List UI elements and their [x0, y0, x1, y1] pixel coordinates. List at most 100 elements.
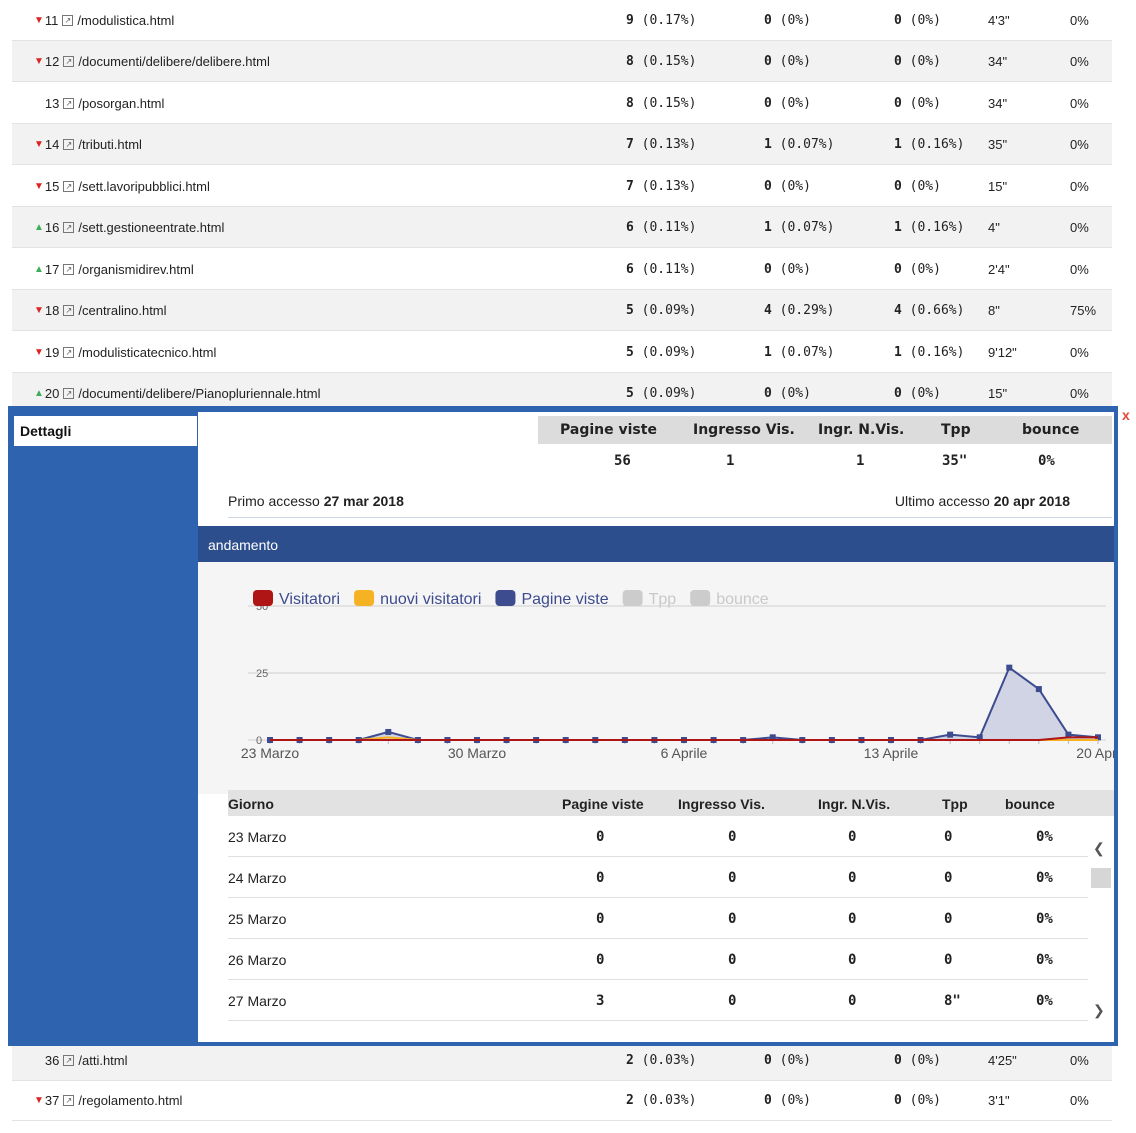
external-link-icon[interactable]: ↗	[63, 55, 75, 67]
table-row[interactable]: ▼ 12 ↗/documenti/delibere/delibere.html 8 (…	[12, 41, 1112, 82]
legend-label[interactable]: Visitatori	[279, 591, 340, 608]
scroll-up-icon[interactable]: ❮	[1093, 840, 1105, 857]
data-point[interactable]	[385, 728, 392, 735]
table-row[interactable]: ▼ 11 ↗/modulistica.html 9 (0.17%) 0 (0%) 0 (0…	[12, 0, 1112, 41]
legend-swatch[interactable]	[690, 590, 711, 606]
page-cell[interactable]: ▲ 20 ↗/documenti/delibere/Pianopluriennale…	[34, 386, 320, 401]
page-cell[interactable]: ▼ 14 ↗/tributi.html	[34, 137, 142, 152]
trend-down-icon: ▼	[34, 1055, 44, 1066]
legend-label[interactable]: nuovi visitatori	[380, 591, 481, 608]
external-link-icon[interactable]: ↗	[62, 14, 74, 26]
legend-label[interactable]: Tpp	[649, 591, 677, 608]
page-path[interactable]: /modulisticatecnico.html	[78, 345, 216, 360]
page-cell[interactable]: ▲ 16 ↗/sett.gestioneentrate.html	[34, 220, 224, 235]
tpp-cell: 4'3"	[988, 12, 1010, 28]
scroll-thumb[interactable]	[1091, 868, 1111, 888]
table-row[interactable]: 27 Marzo 3 0 0 8" 0%	[228, 980, 1088, 1021]
series-area-pagine-viste	[270, 667, 1098, 740]
external-link-icon[interactable]: ↗	[63, 180, 75, 192]
external-link-icon[interactable]: ↗	[63, 263, 75, 275]
trend-down-icon: ▼	[34, 1094, 44, 1106]
page-path[interactable]: /documenti/delibere/delibere.html	[78, 54, 270, 69]
page-views-cell: 2 (0.03%)	[626, 1092, 697, 1108]
page-cell[interactable]: ▲ 17 ↗/organismidirev.html	[34, 262, 194, 277]
external-link-icon[interactable]: ↗	[63, 221, 75, 233]
table-row[interactable]: ▼36↗/atti.html 2 (0.03%) 0 (0%) 0 (0%) 4'25"…	[12, 1040, 1112, 1081]
table-row[interactable]: ▼ 18 ↗/centralino.html 5 (0.09%) 4 (0.29%) 4 …	[12, 290, 1112, 331]
page-views-cell: 7 (0.13%)	[626, 178, 697, 194]
page-path[interactable]: /atti.html	[78, 1053, 127, 1068]
table-row[interactable]: ▼13↗/posorgan.html 8 (0.15%) 0 (0%) 0 (0%) 3…	[12, 83, 1112, 124]
legend-swatch[interactable]	[622, 590, 643, 606]
scroll-down-icon[interactable]: ❯	[1093, 1002, 1105, 1019]
data-point[interactable]	[947, 731, 954, 738]
page-path[interactable]: /modulistica.html	[77, 13, 174, 28]
page-path[interactable]: /sett.gestioneentrate.html	[78, 220, 224, 235]
table-row[interactable]: 23 Marzo 0 0 0 0 0%	[228, 816, 1088, 857]
page-cell[interactable]: ▼ 11 ↗/modulistica.html	[34, 13, 174, 28]
page-path[interactable]: /tributi.html	[78, 137, 142, 152]
x-tick-label: 20 Apri	[1076, 745, 1114, 761]
legend-label[interactable]: bounce	[716, 591, 769, 608]
page-path[interactable]: /organismidirev.html	[78, 262, 193, 277]
external-link-icon[interactable]: ↗	[63, 1054, 75, 1066]
table-row[interactable]: ▼ 14 ↗/tributi.html 7 (0.13%) 1 (0.07%) 1 (0.…	[12, 124, 1112, 165]
tpp-cell: 3'1"	[988, 1092, 1010, 1108]
page-cell[interactable]: ▼ 18 ↗/centralino.html	[34, 303, 167, 318]
table-row[interactable]: 24 Marzo 0 0 0 0 0%	[228, 857, 1088, 898]
table-row[interactable]: ▼ 15 ↗/sett.lavoripubblici.html 7 (0.13%) 0 …	[12, 166, 1112, 207]
external-link-icon[interactable]: ↗	[63, 1094, 75, 1106]
data-point[interactable]	[1006, 664, 1013, 671]
page-cell[interactable]: ▼36↗/atti.html	[34, 1053, 128, 1068]
page-path[interactable]: /sett.lavoripubblici.html	[78, 179, 210, 194]
table-row[interactable]: ▼ 19 ↗/modulisticatecnico.html 5 (0.09%) 1 (…	[12, 332, 1112, 373]
external-link-icon[interactable]: ↗	[63, 387, 75, 399]
entrance-visits-cell: 4 (0.29%)	[764, 302, 835, 318]
summary-value: 1	[726, 453, 735, 469]
page-path[interactable]: /regolamento.html	[78, 1093, 182, 1108]
last-access: Ultimo accesso 20 apr 2018	[895, 493, 1070, 509]
table-row[interactable]: ▲ 17 ↗/organismidirev.html 6 (0.11%) 0 (0%) 0…	[12, 249, 1112, 290]
tpp-cell: 9'12"	[988, 344, 1017, 360]
page-path[interactable]: /documenti/delibere/Pianopluriennale.htm…	[78, 386, 320, 401]
page-cell[interactable]: ▼13↗/posorgan.html	[34, 96, 164, 111]
tpp-cell: 15"	[988, 385, 1008, 401]
external-link-icon[interactable]: ↗	[63, 304, 75, 316]
page-cell[interactable]: ▼ 19 ↗/modulisticatecnico.html	[34, 345, 216, 360]
close-icon[interactable]: x	[1122, 407, 1130, 423]
summary-value: 56	[614, 453, 631, 469]
bounce-cell: 0%	[1070, 344, 1089, 360]
details-popup: Dettagli Pagine viste Ingresso Vis. Ingr…	[8, 406, 1118, 1046]
daily-table-scrollbar[interactable]: ❮ ❯	[1088, 816, 1114, 1036]
page-cell[interactable]: ▼ 12 ↗/documenti/delibere/delibere.html	[34, 54, 270, 69]
col-header-bounce: bounce	[1005, 796, 1055, 812]
external-link-icon[interactable]: ↗	[63, 97, 75, 109]
legend-label[interactable]: Pagine viste	[521, 591, 608, 608]
external-link-icon[interactable]: ↗	[63, 346, 75, 358]
page-cell[interactable]: ▼ 37 ↗/regolamento.html	[34, 1093, 182, 1108]
page-cell[interactable]: ▼ 15 ↗/sett.lavoripubblici.html	[34, 179, 210, 194]
trend-down-icon: ▼	[34, 98, 44, 109]
bounce-cell: 0%	[1070, 12, 1089, 28]
table-row[interactable]: ▲ 16 ↗/sett.gestioneentrate.html 6 (0.11%) 1…	[12, 207, 1112, 248]
trend-chart: 0 25 50 23 Marzo 30 Marzo 6 Aprile 13 Aprile 20…	[198, 562, 1114, 794]
table-row[interactable]: 25 Marzo 0 0 0 0 0%	[228, 898, 1088, 939]
tab-dettagli[interactable]: Dettagli	[14, 416, 197, 446]
table-row[interactable]: ▼ 37 ↗/regolamento.html 2 (0.03%) 0 (0%) 0 (0…	[12, 1080, 1112, 1121]
details-content: Pagine viste Ingresso Vis. Ingr. N.Vis. …	[198, 412, 1114, 1042]
access-dates: Primo accesso 27 mar 2018 Ultimo accesso…	[228, 480, 1112, 518]
table-row[interactable]: 26 Marzo 0 0 0 0 0%	[228, 939, 1088, 980]
first-access-label: Primo accesso	[228, 493, 320, 509]
legend-swatch[interactable]	[253, 590, 273, 606]
legend-swatch[interactable]	[495, 590, 516, 606]
legend-swatch[interactable]	[354, 590, 375, 606]
value-cell: 0	[728, 952, 737, 968]
day-cell: 25 Marzo	[228, 911, 287, 927]
new-visits-cell: 0 (0%)	[894, 12, 941, 28]
data-point[interactable]	[1035, 686, 1042, 693]
page-path[interactable]: /centralino.html	[78, 303, 166, 318]
first-access-value: 27 mar 2018	[323, 493, 404, 509]
page-path[interactable]: /posorgan.html	[78, 96, 164, 111]
x-tick-label: 30 Marzo	[448, 745, 507, 761]
external-link-icon[interactable]: ↗	[63, 138, 75, 150]
